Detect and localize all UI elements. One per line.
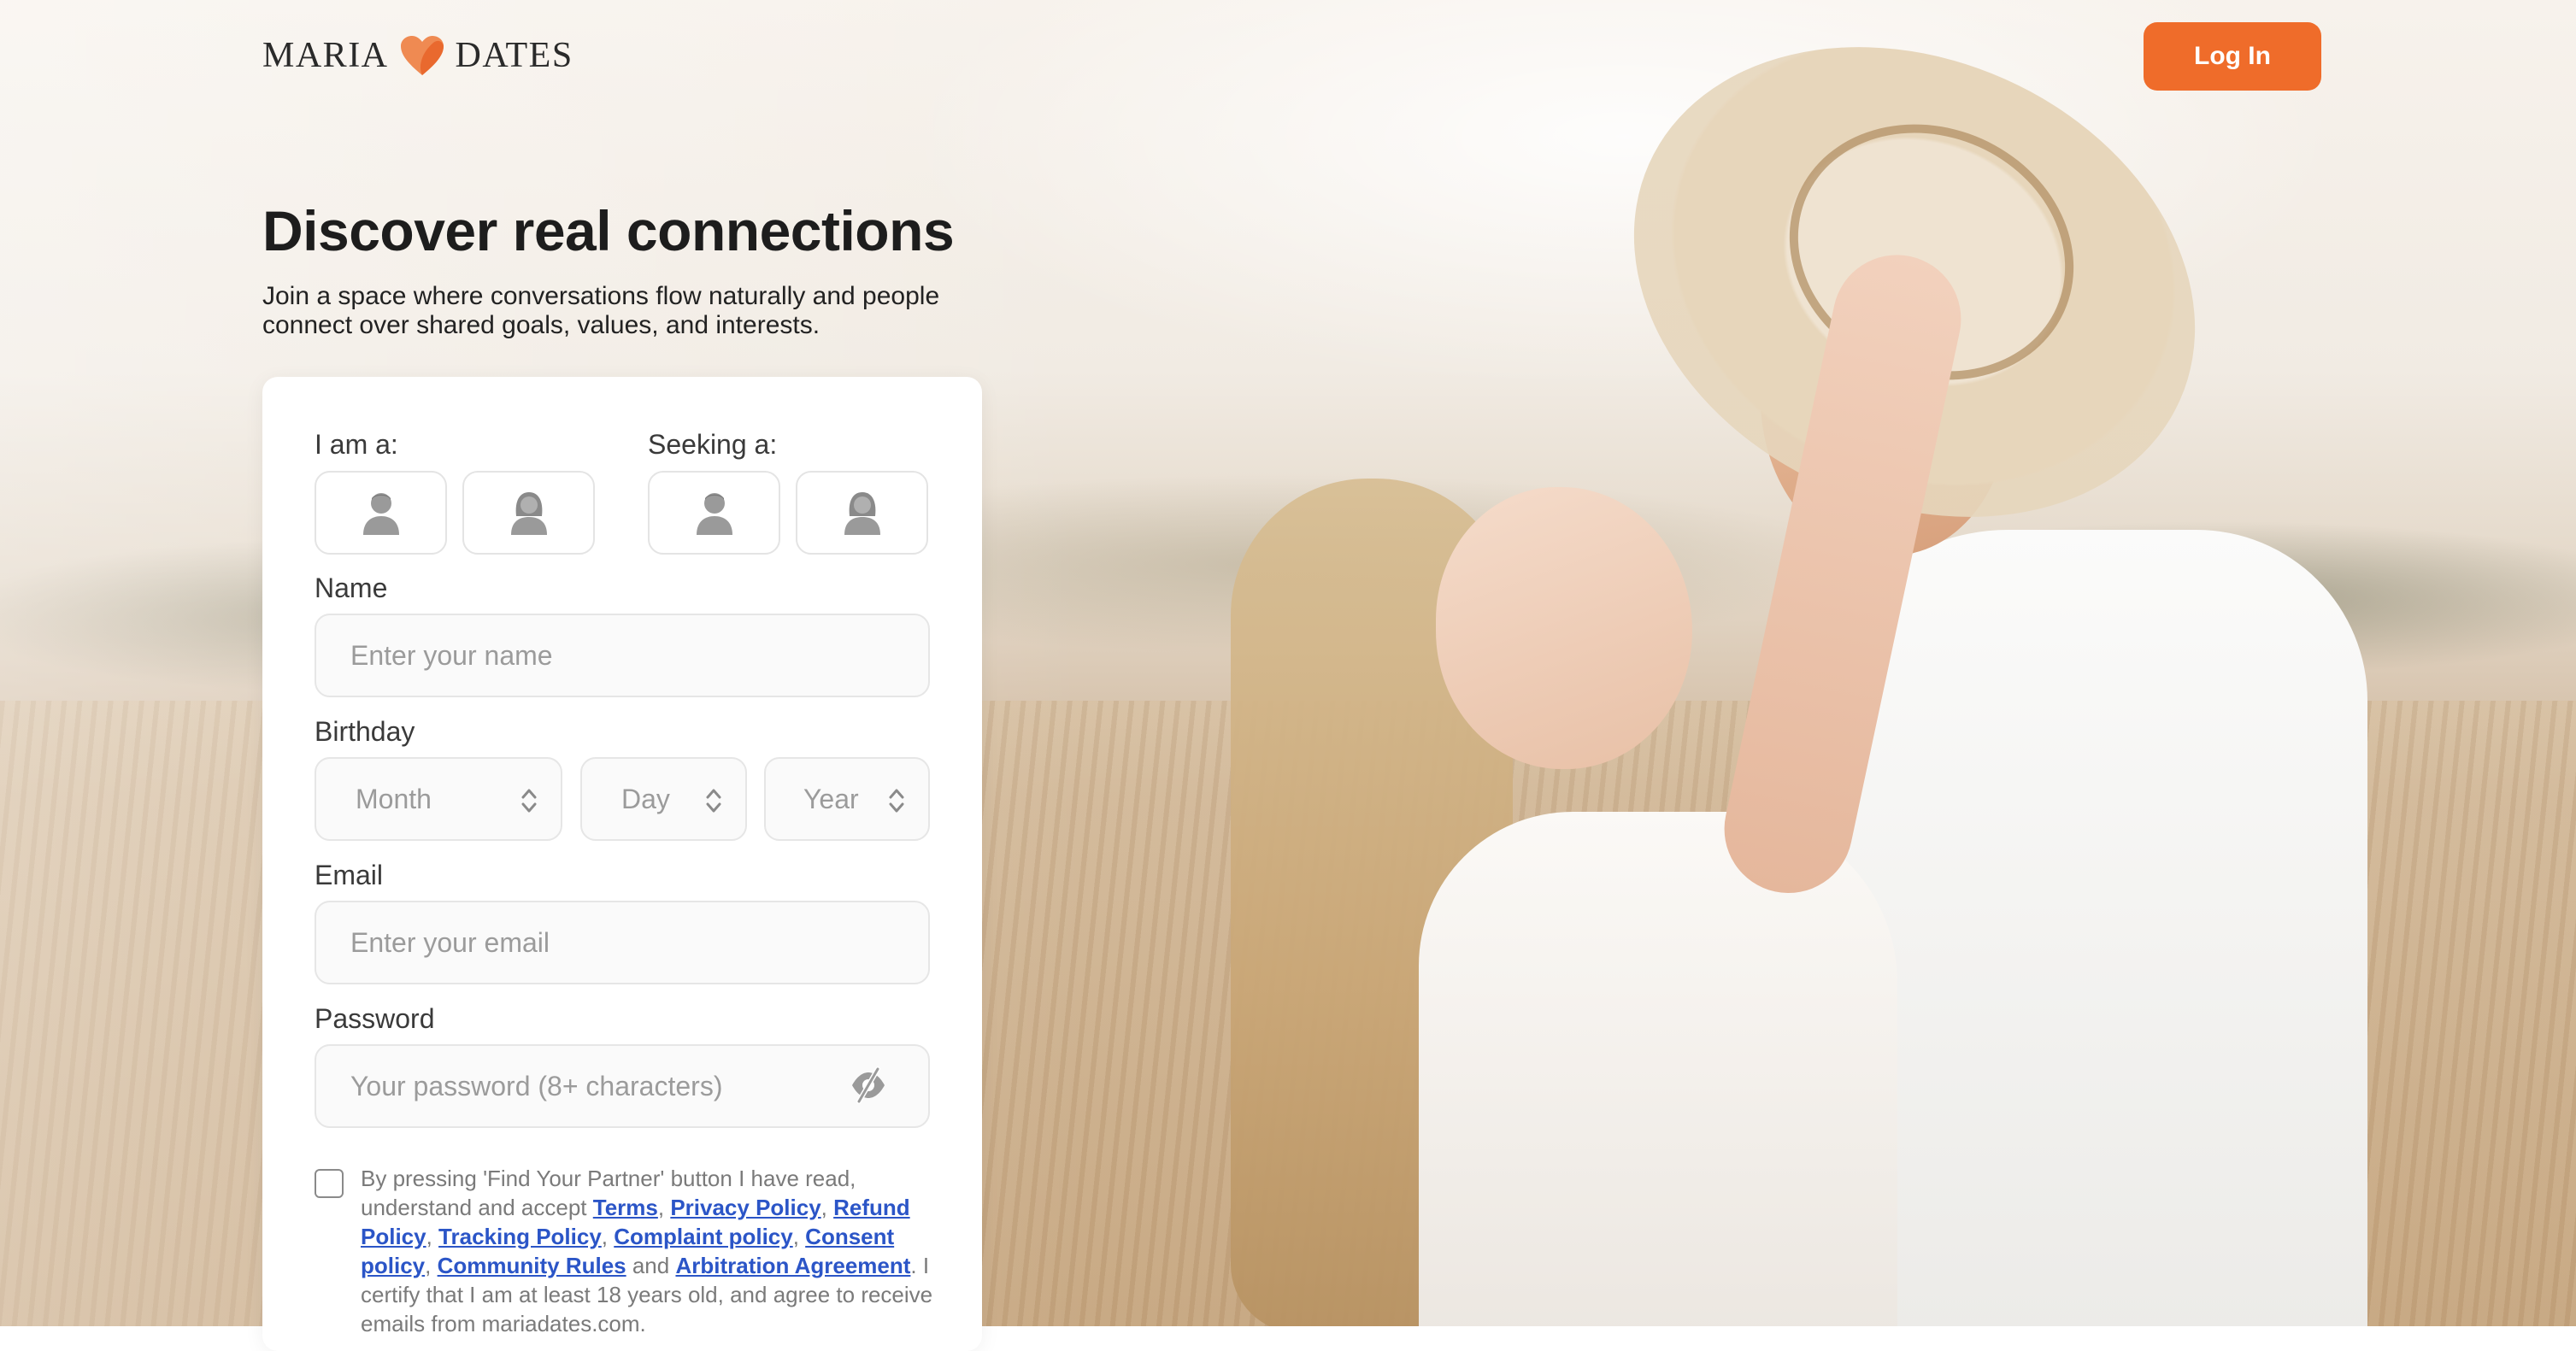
tracking-policy-link[interactable]: Tracking Policy <box>438 1224 602 1249</box>
chevron-updown-icon <box>521 789 537 813</box>
year-select-value: Year <box>803 783 859 814</box>
birthday-month-select[interactable]: Month <box>315 757 562 841</box>
email-label: Email <box>315 860 384 890</box>
login-button[interactable]: Log In <box>2144 22 2321 91</box>
month-select-value: Month <box>356 783 432 814</box>
eye-slash-icon[interactable] <box>849 1066 888 1105</box>
complaint-policy-link[interactable]: Complaint policy <box>614 1224 792 1249</box>
seeking-male-button[interactable] <box>648 471 780 555</box>
logo-text-left: MARIA <box>262 36 389 75</box>
woman-dress <box>1419 812 1897 1326</box>
site-logo[interactable]: MARIA DATES <box>262 34 573 77</box>
male-avatar-icon <box>362 493 399 535</box>
consent-checkbox[interactable] <box>315 1169 344 1198</box>
woman-face <box>1436 487 1692 769</box>
password-input[interactable] <box>315 1044 930 1128</box>
i-am-label: I am a: <box>315 429 398 460</box>
consent-separator-and: and <box>626 1253 676 1278</box>
consent-text: By pressing 'Find Your Partner' button I… <box>361 1164 933 1338</box>
consent-separator: , <box>601 1224 615 1249</box>
consent-separator: , <box>792 1224 806 1249</box>
consent-separator: , <box>657 1195 671 1220</box>
seeking-female-button[interactable] <box>796 471 928 555</box>
birthday-year-select[interactable]: Year <box>764 757 930 841</box>
consent-separator: , <box>425 1253 438 1278</box>
name-input[interactable] <box>315 614 930 697</box>
female-avatar-icon <box>510 492 547 535</box>
privacy-policy-link[interactable]: Privacy Policy <box>670 1195 820 1220</box>
email-input[interactable] <box>315 901 930 984</box>
day-select-value: Day <box>621 783 670 814</box>
i-am-female-button[interactable] <box>462 471 595 555</box>
page-subtitle: Join a space where conversations flow na… <box>262 282 940 339</box>
female-avatar-icon <box>844 492 880 535</box>
birthday-day-select[interactable]: Day <box>580 757 747 841</box>
i-am-male-button[interactable] <box>315 471 447 555</box>
page-title: Discover real connections <box>262 199 955 262</box>
male-avatar-icon <box>696 493 732 535</box>
heart-logo-icon <box>400 36 444 75</box>
terms-link[interactable]: Terms <box>593 1195 658 1220</box>
arbitration-agreement-link[interactable]: Arbitration Agreement <box>675 1253 910 1278</box>
password-label: Password <box>315 1003 435 1034</box>
seeking-label: Seeking a: <box>648 429 778 460</box>
logo-text-right: DATES <box>455 36 573 75</box>
chevron-updown-icon <box>889 789 904 813</box>
consent-separator: , <box>426 1224 439 1249</box>
consent-separator: , <box>820 1195 834 1220</box>
name-label: Name <box>315 573 388 603</box>
birthday-label: Birthday <box>315 716 415 747</box>
chevron-updown-icon <box>706 789 721 813</box>
community-rules-link[interactable]: Community Rules <box>438 1253 626 1278</box>
